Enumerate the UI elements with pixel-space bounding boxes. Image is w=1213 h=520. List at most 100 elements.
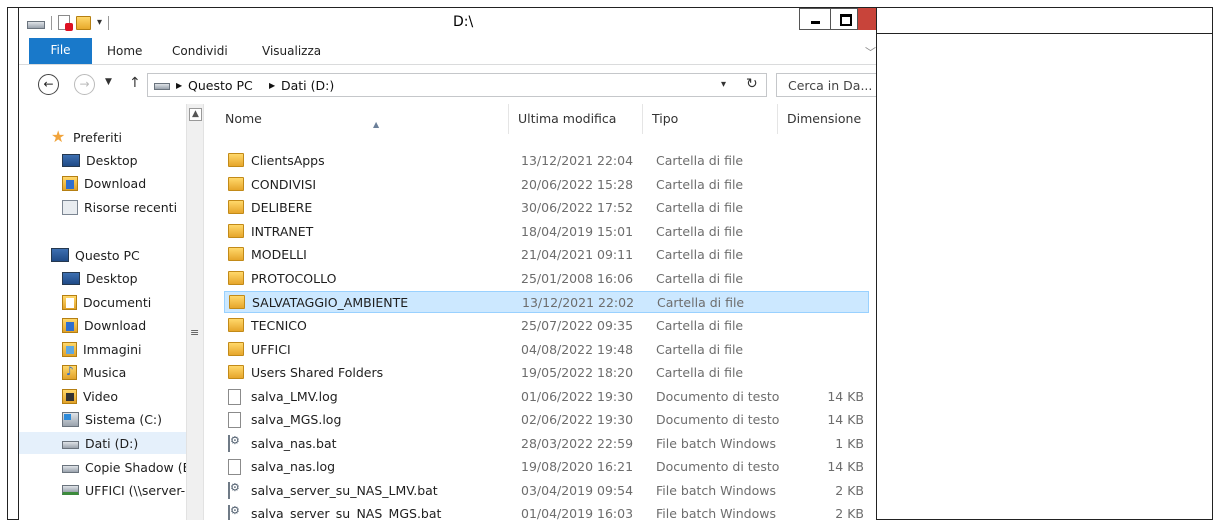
sort-ascending-icon: ▲ — [373, 120, 380, 129]
sidebar-item-uffici-network[interactable]: UFFICI (\\server- — [19, 479, 186, 501]
table-row[interactable]: salva_nas.bat 28/03/2022 22:59 File batc… — [224, 433, 869, 455]
sidebar-item-desktop[interactable]: Desktop — [19, 149, 186, 171]
breadcrumb-drive-d[interactable]: Dati (D:) — [281, 78, 334, 93]
column-header-size[interactable]: Dimensione — [778, 104, 868, 134]
table-row[interactable]: salva_LMV.log 01/06/2022 19:30 Documento… — [224, 386, 869, 408]
table-row[interactable]: salva_server_su_NAS_MGS.bat 01/04/2019 1… — [224, 503, 869, 520]
address-bar[interactable]: ▶ Questo PC ▶ Dati (D:) ▾ ↻ — [147, 73, 767, 97]
sidebar-item-recent[interactable]: Risorse recenti — [19, 196, 186, 218]
file-type: Cartella di file — [656, 247, 744, 262]
table-row[interactable]: salva_nas.log 19/08/2020 16:21 Documento… — [224, 456, 869, 478]
sidebar-item-documents[interactable]: Documenti — [19, 291, 186, 313]
file-date: 01/04/2019 16:03 — [521, 506, 634, 520]
customize-toolbar-icon[interactable]: ▾ — [97, 17, 102, 28]
folder-icon — [228, 200, 244, 214]
batch-file-icon — [228, 435, 230, 452]
file-type: Documento di testo — [656, 412, 780, 427]
recent-places-icon — [62, 199, 78, 215]
forward-button[interactable]: → — [74, 74, 95, 95]
sidebar-item-system-c[interactable]: Sistema (C:) — [19, 408, 186, 430]
sidebar-item-video[interactable]: Video — [19, 385, 186, 407]
table-row[interactable]: UFFICI 04/08/2022 19:48 Cartella di file — [224, 339, 869, 361]
drive-icon — [62, 441, 79, 449]
tab-home[interactable]: Home — [107, 44, 142, 58]
up-button[interactable]: ↑ — [129, 75, 141, 91]
table-row[interactable]: INTRANET 18/04/2019 15:01 Cartella di fi… — [224, 221, 869, 243]
maximize-button[interactable] — [830, 8, 858, 30]
sidebar-item-download[interactable]: Download — [19, 314, 186, 336]
table-row[interactable]: salva_MGS.log 02/06/2022 19:30 Documento… — [224, 409, 869, 431]
sidebar-item-images[interactable]: Immagini — [19, 338, 186, 360]
sidebar-item-label: Sistema (C:) — [85, 411, 163, 427]
table-row[interactable]: MODELLI 21/04/2021 09:11 Cartella di fil… — [224, 244, 869, 266]
drive-icon — [154, 83, 170, 90]
scroll-up-icon[interactable]: ▲ — [189, 108, 202, 121]
breadcrumb-arrow-icon[interactable]: ▶ — [269, 81, 275, 90]
table-row[interactable]: salva_server_su_NAS_LMV.bat 03/04/2019 0… — [224, 480, 869, 502]
sidebar-item-favorites[interactable]: ★ Preferiti — [19, 126, 186, 148]
pictures-folder-icon — [62, 341, 77, 357]
folder-icon — [228, 153, 244, 167]
search-input[interactable]: Cerca in Da... — [776, 73, 876, 97]
desktop-icon — [62, 271, 80, 285]
properties-icon[interactable] — [58, 15, 73, 31]
table-row[interactable]: PROTOCOLLO 25/01/2008 16:06 Cartella di … — [224, 268, 869, 290]
table-row[interactable]: CONDIVISI 20/06/2022 15:28 Cartella di f… — [224, 174, 869, 196]
navigation-scrollbar[interactable]: ▲ ≡ — [186, 104, 204, 520]
sidebar-item-label: Questo PC — [75, 247, 140, 263]
refresh-icon[interactable]: ↻ — [746, 76, 758, 92]
breadcrumb-this-pc[interactable]: Questo PC — [188, 78, 253, 93]
text-file-icon — [228, 459, 241, 475]
column-header-type[interactable]: Tipo — [643, 104, 778, 134]
file-date: 30/06/2022 17:52 — [521, 200, 634, 215]
sidebar-item-label: Desktop — [86, 152, 138, 168]
back-button[interactable]: ← — [38, 74, 59, 95]
folder-icon — [228, 365, 244, 379]
file-name: INTRANET — [251, 224, 314, 239]
drive-icon[interactable] — [27, 20, 45, 29]
file-date: 19/05/2022 18:20 — [521, 365, 634, 380]
column-header-date[interactable]: Ultima modifica — [509, 104, 643, 134]
table-row[interactable]: TECNICO 25/07/2022 09:35 Cartella di fil… — [224, 315, 869, 337]
sidebar-item-download[interactable]: Download — [19, 172, 186, 194]
scrollbar-thumb[interactable] — [189, 124, 202, 504]
table-row[interactable]: Users Shared Folders 19/05/2022 18:20 Ca… — [224, 362, 869, 384]
minimize-button[interactable] — [799, 8, 831, 30]
sidebar-item-label: Desktop — [86, 270, 138, 286]
drive-icon — [62, 465, 79, 473]
file-name: SALVATAGGIO_AMBIENTE — [252, 295, 409, 310]
tab-view[interactable]: Visualizza — [262, 44, 321, 58]
file-name: salva_MGS.log — [251, 412, 342, 427]
close-button[interactable] — [858, 8, 876, 30]
sidebar-item-this-pc[interactable]: Questo PC — [19, 244, 186, 266]
sidebar-item-label: Download — [84, 175, 147, 191]
file-date: 13/12/2021 22:04 — [521, 153, 634, 168]
desktop-icon — [62, 153, 80, 167]
folder-icon — [228, 247, 244, 261]
new-folder-icon[interactable] — [76, 15, 91, 30]
sidebar-item-music[interactable]: Musica — [19, 361, 186, 383]
file-type: File batch Windows — [656, 483, 776, 498]
star-icon: ★ — [51, 127, 66, 146]
table-row[interactable]: SALVATAGGIO_AMBIENTE 13/12/2021 22:02 Ca… — [224, 291, 869, 313]
table-row[interactable]: ClientsApps 13/12/2021 22:04 Cartella di… — [224, 150, 869, 172]
expand-ribbon-icon[interactable]: ﹀ — [865, 44, 876, 60]
tab-file[interactable]: File — [29, 38, 92, 64]
file-type: File batch Windows — [656, 506, 776, 520]
file-size: 2 KB — [835, 506, 864, 520]
sidebar-item-desktop[interactable]: Desktop — [19, 267, 186, 289]
table-row[interactable]: DELIBERE 30/06/2022 17:52 Cartella di fi… — [224, 197, 869, 219]
column-header-name[interactable]: Nome ▲ — [216, 104, 509, 134]
tab-share[interactable]: Condividi — [172, 44, 228, 58]
window-title: D:\ — [453, 14, 474, 30]
recent-locations-icon[interactable]: ▼ — [105, 77, 112, 87]
file-date: 03/04/2019 09:54 — [521, 483, 634, 498]
breadcrumb-arrow-icon[interactable]: ▶ — [176, 81, 182, 90]
sidebar-item-label: Video — [83, 388, 119, 404]
file-date: 02/06/2022 19:30 — [521, 412, 634, 427]
sidebar-item-shadow-copies[interactable]: Copie Shadow (E — [19, 456, 191, 478]
address-history-icon[interactable]: ▾ — [721, 79, 726, 90]
download-folder-icon — [62, 175, 78, 191]
folder-icon — [228, 318, 244, 332]
sidebar-item-dati-d[interactable]: Dati (D:) — [19, 432, 186, 454]
